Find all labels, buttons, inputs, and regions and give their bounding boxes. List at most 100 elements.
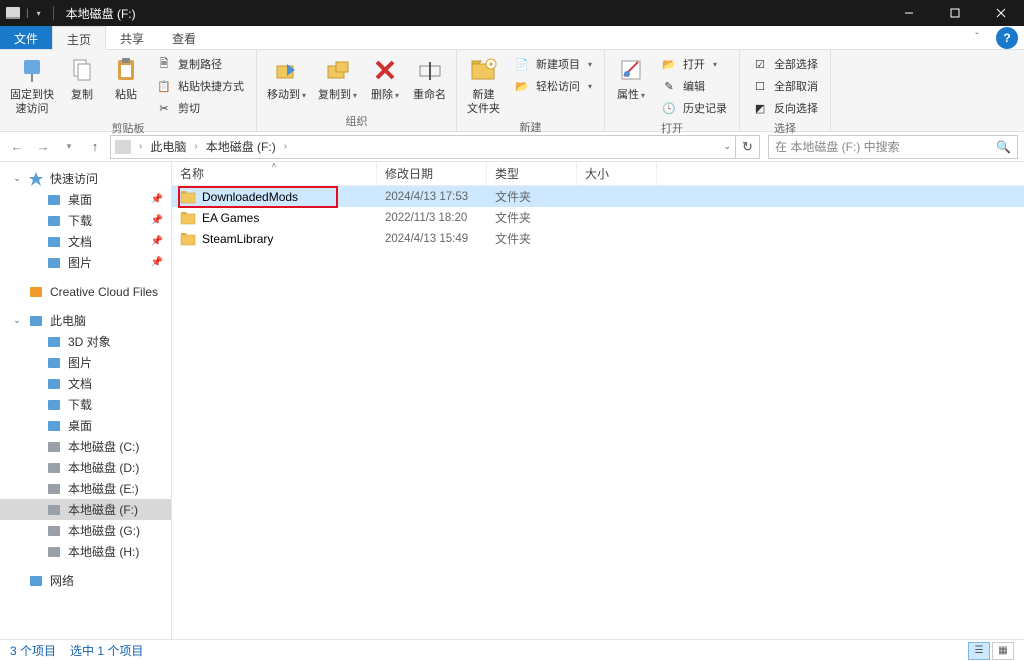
folder-icon [180, 211, 196, 225]
chevron-right-icon[interactable]: › [190, 141, 201, 152]
status-bar: 3 个项目 选中 1 个项目 ☰ ▦ [0, 639, 1024, 661]
new-item-button[interactable]: 📄新建项目▾ [510, 54, 596, 74]
delete-button[interactable]: 删除▾ [363, 52, 407, 104]
qat-dropdown-icon[interactable]: ▾ [37, 9, 41, 18]
properties-icon [615, 54, 647, 86]
column-size[interactable]: 大小 [577, 162, 657, 185]
file-name: EA Games [202, 211, 259, 225]
qat-separator: | [26, 8, 29, 19]
help-button[interactable]: ? [996, 27, 1018, 49]
column-name[interactable]: ˄名称 [172, 162, 377, 185]
tab-file[interactable]: 文件 [0, 26, 52, 49]
column-date[interactable]: 修改日期 [377, 162, 487, 185]
file-row[interactable]: EA Games 2022/11/3 18:20 文件夹 [172, 207, 1024, 228]
copy-path-button[interactable]: 🗎复制路径 [152, 54, 248, 74]
pin-to-quick-access-button[interactable]: 固定到快 速访问 [4, 52, 60, 119]
open-button[interactable]: 📂打开▾ [657, 54, 731, 74]
back-button[interactable]: ← [6, 136, 28, 158]
file-name: SteamLibrary [202, 232, 273, 246]
sidebar-pc-item[interactable]: 本地磁盘 (G:) [0, 520, 171, 541]
collapse-icon[interactable]: ⌄ [12, 173, 22, 184]
sidebar-quick-item[interactable]: 下载📌 [0, 210, 171, 231]
paste-button[interactable]: 粘贴 [104, 52, 148, 104]
address-dropdown-icon[interactable]: ⌄ [723, 141, 731, 152]
sidebar-pc-item[interactable]: 本地磁盘 (E:) [0, 478, 171, 499]
select-none-button[interactable]: ☐全部取消 [748, 76, 822, 96]
sidebar-network[interactable]: 网络 [0, 570, 171, 591]
search-input[interactable]: 在 本地磁盘 (F:) 中搜索 🔍 [768, 135, 1018, 159]
crumb-drive[interactable]: 本地磁盘 (F:) [204, 138, 278, 155]
chevron-right-icon[interactable]: › [135, 141, 146, 152]
recent-locations-button[interactable]: ▾ [58, 136, 80, 158]
cut-button[interactable]: ✂剪切 [152, 98, 248, 118]
search-icon: 🔍 [996, 140, 1011, 154]
history-button[interactable]: 🕓历史记录 [657, 98, 731, 118]
pin-icon: 📌 [151, 215, 163, 226]
desktop-icon [46, 418, 62, 434]
rename-button[interactable]: 重命名 [407, 52, 452, 104]
navigation-pane: ⌄快速访问桌面📌下载📌文档📌图片📌Creative Cloud Files⌄此电… [0, 162, 172, 639]
column-type[interactable]: 类型 [487, 162, 577, 185]
sidebar-creative-cloud[interactable]: Creative Cloud Files [0, 281, 171, 302]
drive-icon [46, 481, 62, 497]
file-row[interactable]: SteamLibrary 2024/4/13 15:49 文件夹 [172, 228, 1024, 249]
download-icon [46, 213, 62, 229]
drive-icon [46, 523, 62, 539]
address-bar[interactable]: › 此电脑 › 本地磁盘 (F:) › ⌄ [110, 135, 736, 159]
sidebar-pc-item[interactable]: 3D 对象 [0, 331, 171, 352]
forward-button[interactable]: → [32, 136, 54, 158]
invert-selection-button[interactable]: ◩反向选择 [748, 98, 822, 118]
tab-share[interactable]: 共享 [106, 26, 158, 49]
move-to-button[interactable]: 移动到▾ [261, 52, 312, 104]
file-date: 2024/4/13 17:53 [377, 191, 487, 203]
new-folder-button[interactable]: ✦ 新建 文件夹 [461, 52, 506, 119]
file-date: 2022/11/3 18:20 [377, 212, 487, 224]
sidebar-pc-item[interactable]: 本地磁盘 (F:) [0, 499, 171, 520]
drive-icon [46, 502, 62, 518]
sidebar-quick-item[interactable]: 桌面📌 [0, 189, 171, 210]
folder-icon [180, 190, 196, 204]
sidebar-pc-item[interactable]: 桌面 [0, 415, 171, 436]
edit-button[interactable]: ✎编辑 [657, 76, 731, 96]
paste-shortcut-button[interactable]: 📋粘贴快捷方式 [152, 76, 248, 96]
column-headers: ˄名称 修改日期 类型 大小 [172, 162, 1024, 186]
copy-button[interactable]: 复制 [60, 52, 104, 104]
pin-icon: 📌 [151, 257, 163, 268]
close-button[interactable] [978, 0, 1024, 26]
cube-icon [46, 334, 62, 350]
properties-button[interactable]: 属性▾ [609, 52, 653, 104]
sidebar-pc-item[interactable]: 图片 [0, 352, 171, 373]
history-icon: 🕓 [661, 100, 677, 116]
sidebar-pc-item[interactable]: 文档 [0, 373, 171, 394]
easy-access-button[interactable]: 📂轻松访问▾ [510, 76, 596, 96]
tab-view[interactable]: 查看 [158, 26, 210, 49]
file-type: 文件夹 [487, 188, 577, 205]
details-view-button[interactable]: ☰ [968, 642, 990, 660]
copy-to-button[interactable]: 复制到▾ [312, 52, 363, 104]
pin-icon [16, 54, 48, 86]
select-all-button[interactable]: ☑全部选择 [748, 54, 822, 74]
sidebar-pc-item[interactable]: 本地磁盘 (H:) [0, 541, 171, 562]
sidebar-pc-item[interactable]: 本地磁盘 (D:) [0, 457, 171, 478]
maximize-button[interactable] [932, 0, 978, 26]
refresh-button[interactable]: ↻ [736, 135, 760, 159]
easyaccess-icon: 📂 [514, 78, 530, 94]
chevron-right-icon[interactable]: › [280, 141, 291, 152]
crumb-pc[interactable]: 此电脑 [148, 138, 188, 155]
minimize-button[interactable] [886, 0, 932, 26]
ribbon-collapse-button[interactable]: ˇ [962, 26, 992, 49]
sidebar-this-pc[interactable]: ⌄此电脑 [0, 310, 171, 331]
thumbnails-view-button[interactable]: ▦ [992, 642, 1014, 660]
file-row[interactable]: DownloadedMods 2024/4/13 17:53 文件夹 [172, 186, 1024, 207]
collapse-icon[interactable]: ⌄ [12, 315, 22, 326]
tab-home[interactable]: 主页 [52, 26, 106, 50]
sidebar-pc-item[interactable]: 本地磁盘 (C:) [0, 436, 171, 457]
invert-icon: ◩ [752, 100, 768, 116]
sidebar-quick-item[interactable]: 文档📌 [0, 231, 171, 252]
sidebar-pc-item[interactable]: 下载 [0, 394, 171, 415]
sidebar-quick-item[interactable]: 图片📌 [0, 252, 171, 273]
up-button[interactable]: ↑ [84, 136, 106, 158]
sidebar-quick-access[interactable]: ⌄快速访问 [0, 168, 171, 189]
file-type: 文件夹 [487, 230, 577, 247]
star-icon [28, 171, 44, 187]
